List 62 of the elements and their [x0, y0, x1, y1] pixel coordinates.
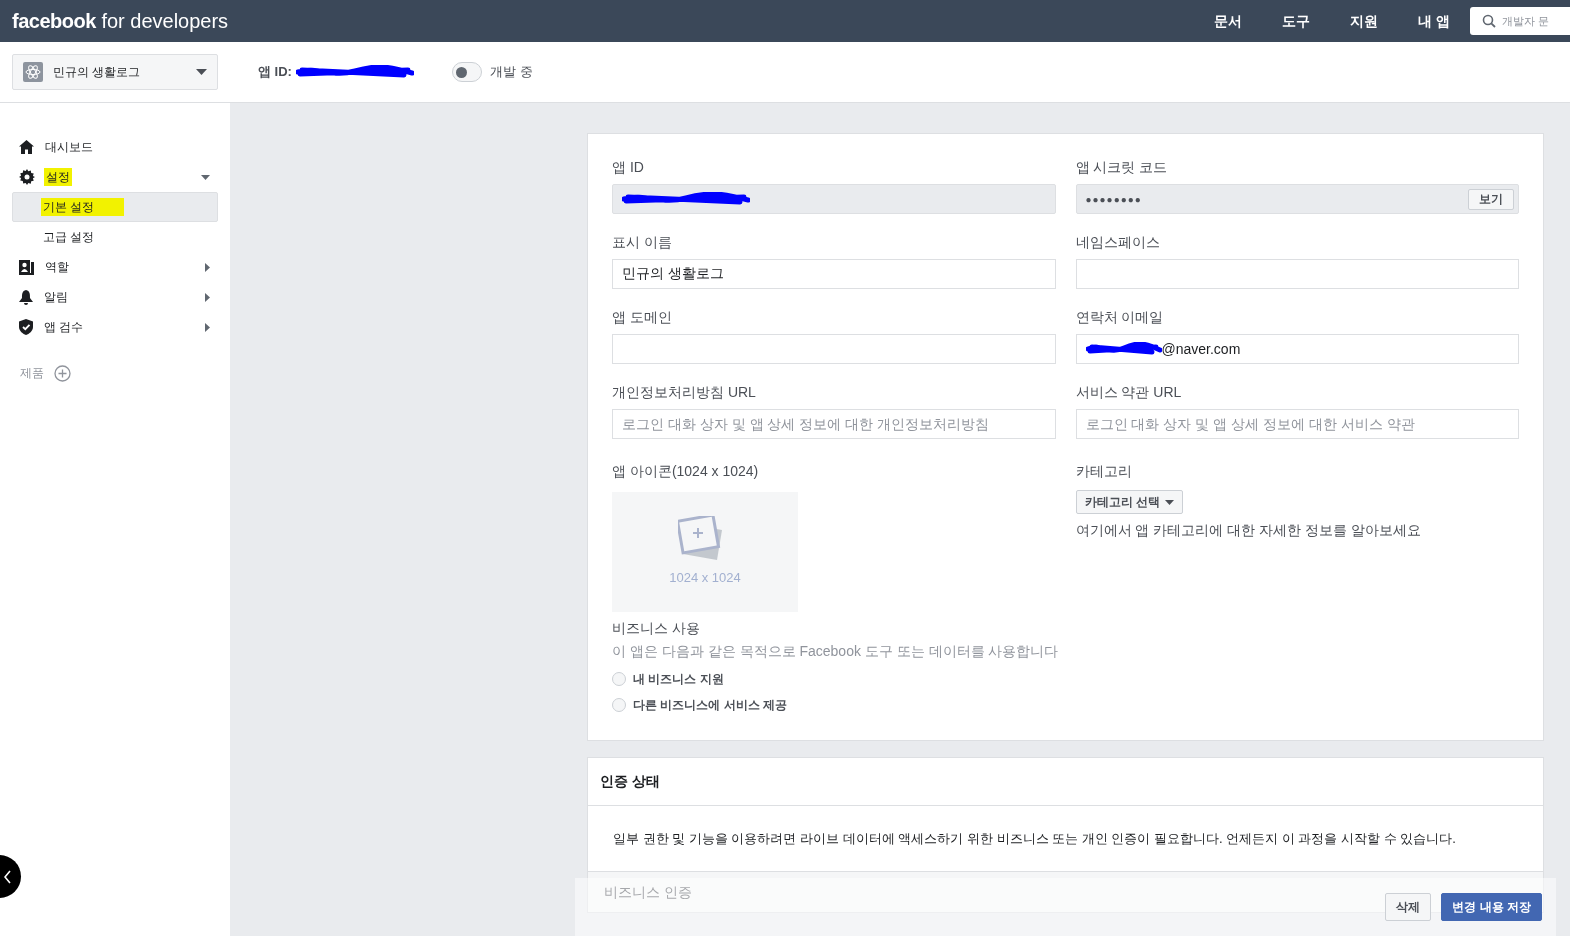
nav-link[interactable]: 문서 [1214, 10, 1243, 32]
delete-button[interactable]: 삭제 [1385, 893, 1432, 921]
radio-button[interactable] [612, 672, 626, 686]
search-icon [1482, 14, 1496, 28]
icon-size-hint: 1024 x 1024 [669, 569, 741, 588]
category-help-text: 여기에서 앱 카테고리에 대한 자세한 정보를 알아보세요 [1075, 521, 1421, 540]
secret-value: ●●●●●●●● [1085, 192, 1142, 207]
products-label: 제품 [20, 365, 44, 382]
shield-check-icon [19, 319, 33, 335]
sidebar-item[interactable]: 대시보드 [12, 132, 218, 162]
sidebar-item[interactable]: 설정 [12, 162, 218, 192]
settings-icon [19, 169, 35, 185]
mode-toggle[interactable] [451, 62, 482, 82]
sidebar-item[interactable]: 앱 검수 [12, 312, 218, 342]
person-card-icon [19, 259, 34, 275]
field-label: 앱 도메인 [612, 308, 673, 327]
sidebar-subitem[interactable]: 고급 설정 [12, 222, 218, 252]
nav-link[interactable]: 지원 [1350, 10, 1379, 32]
field-label: 비즈니스 사용 [612, 619, 701, 638]
field-label: 앱 시크릿 코드 [1075, 158, 1169, 177]
caret-down-icon [196, 69, 207, 75]
verification-text: 일부 권한 및 기능을 이용하려면 라이브 데이터에 액세스하기 위한 비즈니스 또는 개인 인증이 필요합니다. 언제든지 이 과정을 시작할 수 있습니다. [613, 829, 1456, 848]
sidebar-subitem[interactable]: 기본 설정 [12, 192, 218, 222]
app-id-label: 앱 ID: [258, 63, 292, 82]
show-button[interactable]: 보기 [1468, 188, 1514, 210]
field-label: 앱 아이콘(1024 x 1024) [612, 462, 760, 481]
sidebar-item[interactable]: 알림 [12, 282, 218, 312]
nav-link[interactable]: 내 앱 [1418, 10, 1450, 32]
category-dropdown[interactable]: 카테고리 선택 [1075, 490, 1183, 514]
field-label: 개인정보처리방침 URL [612, 383, 757, 402]
input-field[interactable]: 로그인 대화 상자 및 앱 상세 정보에 대한 서비스 약관 [1075, 409, 1519, 439]
verification-row-label: 비즈니스 인증 [604, 882, 692, 902]
input-field[interactable] [1075, 259, 1519, 289]
field-label: 표시 이름 [612, 233, 673, 252]
input-field[interactable]: 로그인 대화 상자 및 앱 상세 정보에 대한 개인정보처리방침 [612, 409, 1056, 439]
search-placeholder: 개발자 문 [1502, 13, 1550, 29]
radio-label: 내 비즈니스 지원 [633, 671, 724, 688]
sidebar-item[interactable]: 역할 [12, 252, 218, 282]
bell-icon [19, 289, 33, 305]
business-use-description: 이 앱은 다음과 같은 목적으로 Facebook 도구 또는 데이터를 사용합니다 [612, 642, 1060, 661]
app-selector[interactable]: 민규의 생활로그 [12, 54, 218, 90]
logo-link[interactable]: facebook for developers [12, 6, 229, 36]
radio-button[interactable] [612, 698, 626, 712]
save-button[interactable]: 변경 내용 저장 [1441, 893, 1542, 921]
caret-down-icon [1164, 499, 1174, 505]
add-icon[interactable] [54, 364, 71, 382]
field-label: 서비스 약관 URL [1075, 383, 1183, 402]
field-label: 앱 ID [612, 158, 645, 177]
input-field[interactable]: 민규의 생활로그 [612, 259, 1056, 289]
card-title: 인증 상태 [600, 772, 660, 791]
atom-icon [23, 62, 43, 82]
field-label: 연락처 이메일 [1075, 308, 1165, 327]
radio-label: 다른 비즈니스에 서비스 제공 [633, 697, 787, 714]
field-label: 네임스페이스 [1075, 233, 1161, 252]
input-field[interactable] [612, 334, 1056, 364]
field-value: @naver.com [1161, 339, 1241, 359]
input-field[interactable]: @naver.com [1075, 334, 1519, 364]
nav-link[interactable]: 도구 [1282, 10, 1311, 32]
field-label: 카테고리 [1075, 462, 1132, 481]
mode-label: 개발 중 [489, 63, 533, 82]
home-icon [19, 140, 34, 154]
chevron-left-icon [4, 869, 11, 884]
